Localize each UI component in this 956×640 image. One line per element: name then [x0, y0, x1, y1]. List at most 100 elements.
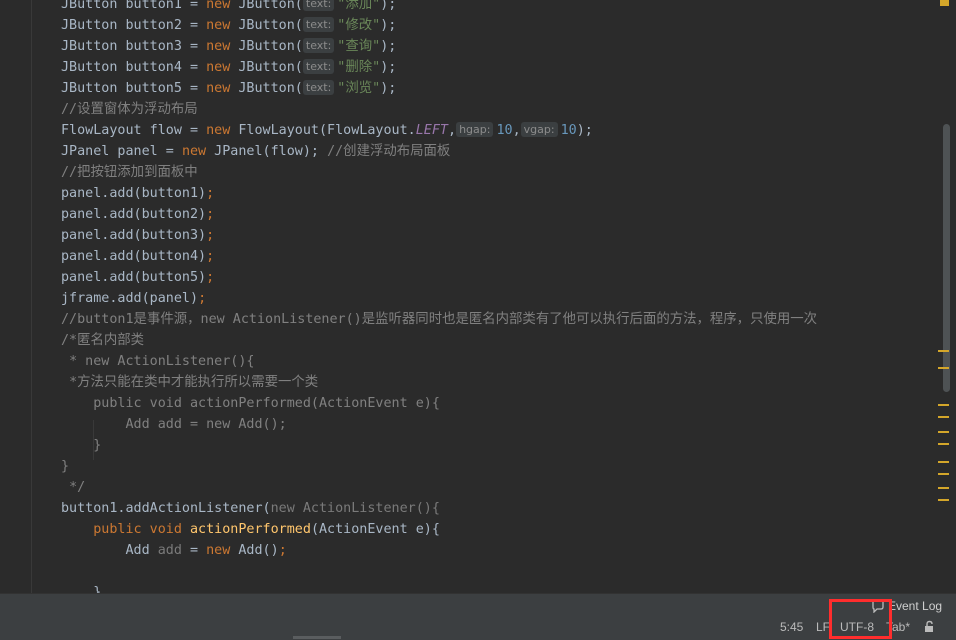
code-line[interactable]: JButton button4 = new JButton(text: "删除")…: [61, 57, 396, 78]
code-line[interactable]: *方法只能在类中才能执行所以需要一个类: [61, 372, 318, 393]
code-token: Add: [125, 543, 158, 558]
code-token: panel.add(button4): [61, 249, 207, 264]
warning-stripe[interactable]: [938, 473, 949, 475]
code-token: jframe.add(panel): [61, 291, 199, 306]
code-line[interactable]: /*匿名内部类: [61, 330, 144, 351]
code-line[interactable]: panel.add(button5);: [61, 267, 214, 288]
code-token: //把按钮添加到面板中: [61, 165, 198, 180]
code-line[interactable]: panel.add(button3);: [61, 225, 214, 246]
code-token: ;: [198, 291, 207, 306]
code-line[interactable]: JButton button3 = new JButton(text: "查询")…: [61, 36, 396, 57]
warning-stripe[interactable]: [938, 443, 949, 445]
caret-position[interactable]: 5:45: [780, 620, 803, 634]
code-token: JButton(: [230, 18, 303, 33]
parameter-hint: text:: [302, 0, 335, 11]
annotation-highlight-box: [829, 599, 892, 639]
status-bar: Event Log 5:45 LF UTF-8 Tab*: [0, 593, 956, 640]
inspection-status-marker[interactable]: [940, 0, 949, 6]
code-token: *方法只能在类中才能执行所以需要一个类: [69, 375, 319, 390]
code-line[interactable]: JButton button1 = new JButton(text: "添加")…: [61, 0, 396, 15]
code-line[interactable]: JPanel panel = new JPanel(flow); //创建浮动布…: [61, 141, 450, 162]
code-token: ;: [206, 186, 215, 201]
code-line[interactable]: * new ActionListener(){: [61, 351, 254, 372]
code-line[interactable]: //设置窗体为浮动布局: [61, 99, 198, 120]
warning-stripe[interactable]: [938, 487, 949, 489]
code-line[interactable]: Add add = new Add();: [61, 414, 287, 435]
code-token: ;: [278, 543, 287, 558]
code-line[interactable]: }: [61, 456, 69, 477]
code-line[interactable]: */: [61, 477, 85, 498]
code-token: );: [576, 123, 593, 138]
code-token: JButton button3 =: [61, 39, 207, 54]
line-separator[interactable]: LF: [816, 620, 830, 634]
code-token: new: [206, 60, 231, 75]
warning-stripe[interactable]: [938, 461, 949, 463]
code-line[interactable]: panel.add(button4);: [61, 246, 214, 267]
warning-stripe[interactable]: [938, 431, 949, 433]
warning-stripe[interactable]: [938, 499, 949, 501]
parameter-hint: text:: [302, 17, 335, 32]
code-token: ,: [448, 123, 457, 138]
code-line[interactable]: public void actionPerformed(ActionEvent …: [61, 393, 440, 414]
code-line[interactable]: JButton button5 = new JButton(text: "浏览")…: [61, 78, 396, 99]
code-token: new: [206, 543, 231, 558]
code-token: //设置窗体为浮动布局: [61, 102, 198, 117]
code-token: "修改": [337, 18, 381, 33]
code-token: ;: [206, 270, 215, 285]
warning-stripe[interactable]: [938, 404, 949, 406]
code-token: FlowLayout flow =: [61, 123, 207, 138]
code-token: new: [206, 0, 231, 12]
code-token: JButton button4 =: [61, 60, 207, 75]
code-line[interactable]: panel.add(button2);: [61, 204, 214, 225]
warning-stripe[interactable]: [938, 416, 949, 418]
code-token: JButton(: [230, 81, 303, 96]
code-line[interactable]: //button1是事件源，new ActionListener()是监听器同时…: [61, 309, 817, 330]
code-token: JButton button1 =: [61, 0, 207, 12]
code-token: );: [380, 18, 397, 33]
code-token: (ActionEvent e){: [310, 522, 440, 537]
warning-stripe[interactable]: [938, 350, 949, 352]
code-token: button1.addActionListener(: [61, 501, 271, 516]
code-token: new: [206, 39, 231, 54]
code-token: panel.add(button3): [61, 228, 207, 243]
code-token: Add(): [230, 543, 279, 558]
code-line[interactable]: button1.addActionListener(new ActionList…: [61, 498, 440, 519]
code-token: JButton(: [230, 60, 303, 75]
code-token: /*匿名内部类: [61, 333, 145, 348]
event-log-button[interactable]: Event Log: [888, 599, 942, 613]
code-editor[interactable]: JButton button1 = new JButton(text: "添加")…: [0, 0, 956, 593]
lock-icon[interactable]: [924, 620, 936, 633]
code-line[interactable]: FlowLayout flow = new FlowLayout(FlowLay…: [61, 120, 593, 141]
code-token: );: [380, 60, 397, 75]
code-line[interactable]: jframe.add(panel);: [61, 288, 206, 309]
code-line[interactable]: JButton button2 = new JButton(text: "修改")…: [61, 15, 396, 36]
code-line[interactable]: }: [61, 435, 101, 456]
code-token: JPanel(flow);: [206, 144, 328, 159]
code-token: "浏览": [337, 81, 381, 96]
code-token: Add add = new Add();: [125, 417, 287, 432]
code-token: );: [380, 81, 397, 96]
code-token: =: [181, 543, 207, 558]
code-token: ;: [206, 207, 215, 222]
code-line[interactable]: Add add = new Add();: [61, 540, 287, 561]
code-token: "添加": [337, 0, 381, 12]
code-line[interactable]: public void actionPerformed(ActionEvent …: [61, 519, 440, 540]
code-line[interactable]: }: [61, 582, 101, 593]
parameter-hint: vgap:: [520, 122, 558, 137]
warning-stripe[interactable]: [938, 367, 949, 369]
code-token: ;: [206, 228, 215, 243]
code-line[interactable]: panel.add(button1);: [61, 183, 214, 204]
code-token: "查询": [337, 39, 381, 54]
code-token: add: [157, 543, 182, 558]
code-line[interactable]: //把按钮添加到面板中: [61, 162, 198, 183]
code-token: new: [206, 18, 231, 33]
code-token: new: [206, 123, 231, 138]
code-token: new ActionListener(){: [270, 501, 440, 516]
